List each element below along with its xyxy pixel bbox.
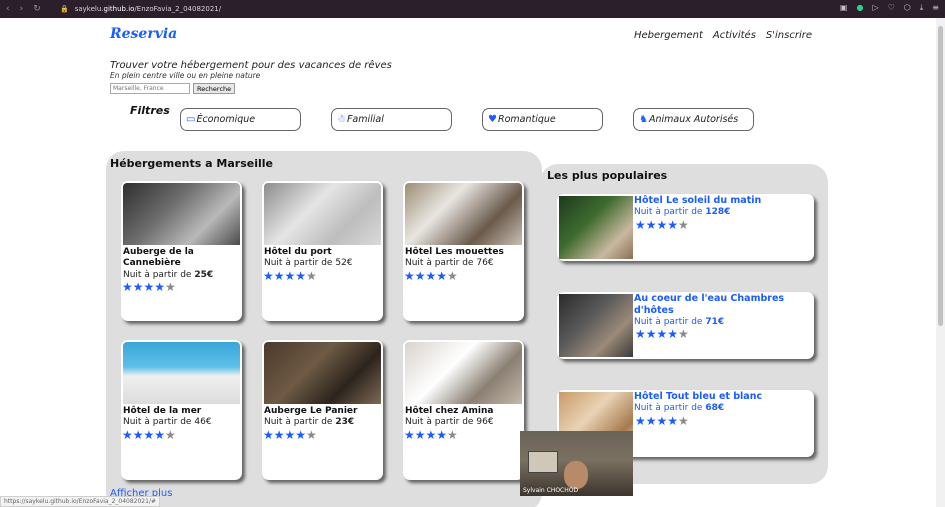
search-title: Trouver votre hébergement pour des vacan… — [110, 60, 392, 71]
rating-stars: ★★★★★ — [122, 280, 176, 295]
forward-icon[interactable]: › — [20, 4, 24, 14]
status-url: https://saykelu.github.io/EnzoFavia_2_04… — [0, 496, 160, 507]
browser-toolbar: ‹ › ↻ 🔒 saykelu.github.io/EnzoFavia_2_04… — [0, 0, 945, 18]
popular-text: Au coeur de l'eau Chambres d'hôtes Nuit … — [634, 293, 814, 340]
popular-name: Au coeur de l'eau Chambres d'hôtes — [634, 293, 785, 316]
listing-photo — [264, 183, 381, 245]
listing-name: Hôtel chez Amina — [405, 406, 494, 416]
popular-name: Hôtel Tout bleu et blanc — [634, 391, 763, 402]
listing-card[interactable]: Hôtel chez Amina Nuit à partir de 96€ ★★… — [403, 340, 524, 480]
listings-title: Hébergements a Marseille — [110, 157, 273, 170]
listing-card[interactable]: Hôtel de la mer Nuit à partir de 46€ ★★★… — [121, 340, 242, 480]
listing-photo — [123, 183, 240, 245]
rating-stars: ★★★★★ — [404, 268, 458, 283]
search-row: Recherche — [110, 83, 392, 94]
listing-name: Hôtel du port — [264, 247, 332, 257]
heart-icon: ♥ — [488, 114, 497, 125]
listing-card[interactable]: Hôtel Les mouettes Nuit à partir de 76€ … — [403, 181, 524, 321]
webcam-name: Sylvain CHOCHOD — [523, 487, 579, 494]
rating-stars: ★★★★★ — [263, 268, 317, 283]
search-input[interactable] — [110, 83, 190, 94]
filter-label: Animaux Autorisés — [648, 114, 739, 125]
filter-familial[interactable]: ☃ Familial — [331, 108, 452, 131]
listing-name: Auberge Le Panier — [264, 406, 358, 416]
listing-name: Auberge de la Cannebière — [123, 247, 194, 269]
search-area: Trouver votre hébergement pour des vacan… — [110, 60, 392, 94]
listing-photo — [405, 342, 522, 404]
popular-card[interactable]: Au coeur de l'eau Chambres d'hôtes Nuit … — [557, 292, 814, 359]
nav-activites[interactable]: Activités — [713, 30, 756, 41]
cube-icon[interactable]: ⬡ — [904, 3, 911, 13]
url-path: /EnzoFavia_2_04082021/ — [134, 5, 222, 13]
rating-stars: ★★★★★ — [122, 427, 176, 442]
nav-hebergement[interactable]: Hebergement — [634, 30, 703, 41]
top-nav: Hebergement Activités S'inscrire — [634, 30, 812, 41]
page: Reservia Hebergement Activités S'inscrir… — [0, 18, 936, 507]
shield-icon[interactable]: ● — [856, 3, 863, 13]
listing-card[interactable]: Hôtel du port Nuit à partir de 52€ ★★★★★ — [262, 181, 383, 321]
popular-name: Hôtel Le soleil du matin — [634, 195, 762, 206]
nav-inscrire[interactable]: S'inscrire — [766, 30, 812, 41]
address-bar[interactable]: saykelu.github.io/EnzoFavia_2_04082021/ — [75, 5, 221, 13]
popular-photo — [559, 196, 633, 259]
rating-stars: ★★★★★ — [635, 217, 689, 232]
browser-actions: ▣ ● ▷ ♡ ⬡ ⤓ ≡ — [840, 3, 939, 13]
filter-romantique[interactable]: ♥ Romantique — [482, 108, 603, 131]
rating-stars: ★★★★★ — [635, 413, 689, 428]
filter-economique[interactable]: ▭ Économique — [180, 108, 301, 131]
wall-picture — [528, 451, 558, 473]
listing-card[interactable]: Auberge de la Cannebière Nuit à partir d… — [121, 181, 242, 321]
listing-card[interactable]: Auberge Le Panier Nuit à partir de 23€ ★… — [262, 340, 383, 480]
rating-stars: ★★★★★ — [263, 427, 317, 442]
url-domain: github.io — [103, 5, 135, 13]
site-logo[interactable]: Reservia — [110, 26, 177, 42]
camera-icon[interactable]: ▣ — [840, 3, 848, 13]
webcam-overlay[interactable]: Sylvain CHOCHOD — [520, 431, 633, 496]
reload-icon[interactable]: ↻ — [33, 4, 41, 14]
family-icon: ☃ — [337, 114, 346, 125]
popular-title: Les plus populaires — [547, 169, 668, 182]
listing-photo — [264, 342, 381, 404]
download-icon[interactable]: ⤓ — [920, 3, 924, 13]
browser-nav: ‹ › ↻ — [6, 4, 56, 14]
listing-photo — [123, 342, 240, 404]
scrollbar-thumb[interactable] — [938, 26, 943, 326]
filter-animaux[interactable]: ♞ Animaux Autorisés — [633, 108, 754, 131]
search-button[interactable]: Recherche — [193, 83, 236, 94]
filter-label: Familial — [346, 114, 384, 125]
person-head — [564, 461, 588, 489]
lock-icon: 🔒 — [60, 5, 69, 13]
popular-text: Hôtel Tout bleu et blanc Nuit à partir d… — [634, 391, 762, 427]
menu-icon[interactable]: ≡ — [932, 3, 939, 13]
listing-photo — [405, 183, 522, 245]
rating-stars: ★★★★★ — [404, 427, 458, 442]
back-icon[interactable]: ‹ — [6, 4, 10, 14]
dog-icon: ♞ — [639, 114, 648, 125]
listing-name: Hôtel de la mer — [123, 406, 202, 416]
listing-name: Hôtel Les mouettes — [405, 247, 504, 257]
filter-label: Économique — [196, 114, 256, 125]
rating-stars: ★★★★★ — [635, 327, 689, 342]
filters-title: Filtres — [130, 104, 170, 117]
filter-label: Romantique — [497, 114, 556, 125]
search-subtitle: En plein centre ville ou en pleine natur… — [110, 71, 261, 80]
money-icon: ▭ — [186, 114, 196, 125]
play-icon[interactable]: ▷ — [872, 3, 878, 13]
popular-photo — [559, 294, 633, 357]
popular-text: Hôtel Le soleil du matin Nuit à partir d… — [634, 195, 761, 231]
url-prefix: saykelu. — [74, 5, 104, 13]
page-scrollbar[interactable] — [936, 18, 945, 507]
popular-card[interactable]: Hôtel Le soleil du matin Nuit à partir d… — [557, 194, 814, 261]
heart-outline-icon[interactable]: ♡ — [888, 3, 895, 13]
